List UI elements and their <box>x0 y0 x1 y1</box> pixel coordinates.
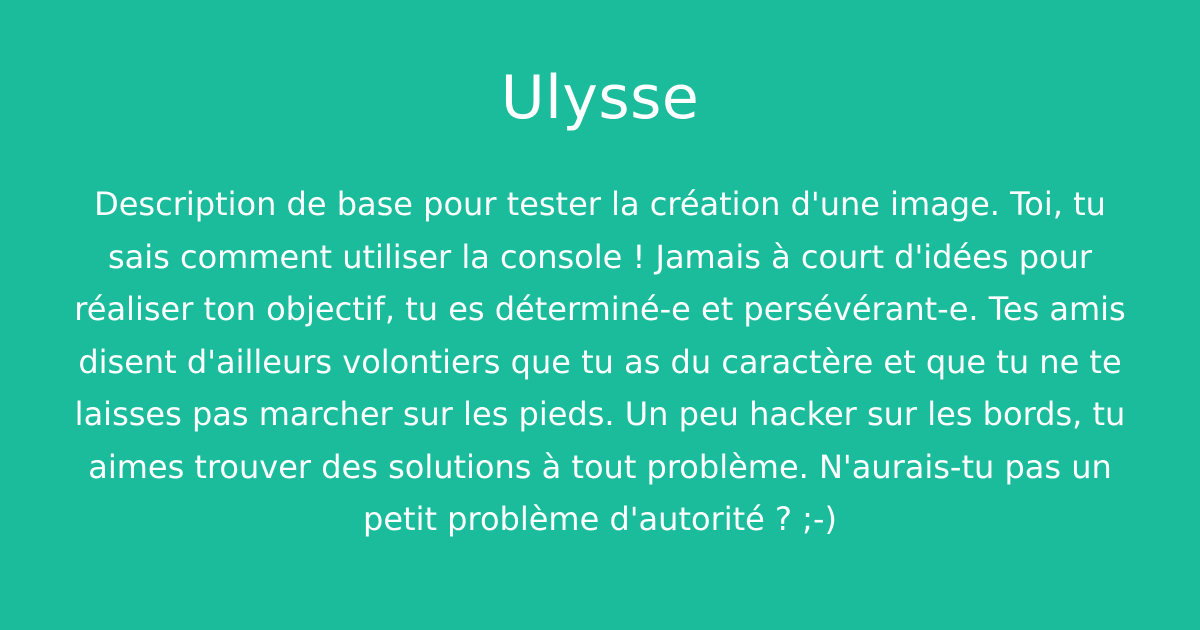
card-title: Ulysse <box>500 63 700 133</box>
card-description: Description de base pour tester la créat… <box>74 185 1126 538</box>
share-card: Ulysse Description de base pour tester l… <box>0 0 1200 630</box>
